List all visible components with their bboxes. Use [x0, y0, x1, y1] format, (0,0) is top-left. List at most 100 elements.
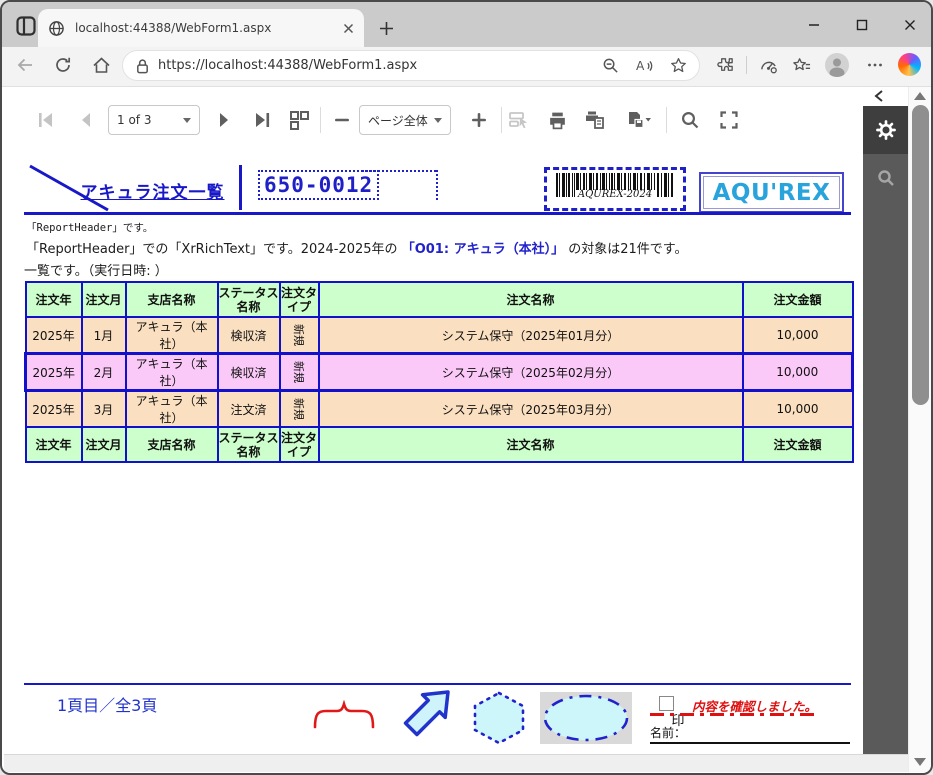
viewer-bottom-strip — [4, 754, 908, 772]
name-signature-line — [650, 742, 850, 744]
col-header-month: 注文月 — [80, 426, 127, 463]
intro-line-1: 「ReportHeader」です。 — [26, 222, 154, 234]
home-icon[interactable] — [90, 54, 112, 76]
cell-year: 2025年 — [24, 389, 83, 428]
collapse-panel-icon[interactable] — [870, 88, 888, 104]
back-icon[interactable] — [14, 54, 36, 76]
col-header-name: 注文名称 — [317, 281, 744, 318]
profile-avatar[interactable] — [825, 53, 849, 77]
table-row: 2025年 1月 アキュラ（本社） 検収済 新規 システム保守（2025年01月… — [24, 316, 854, 355]
name-label: 名前： — [650, 726, 687, 740]
address-bar[interactable]: https://localhost:44388/WebForm1.aspx A — [122, 50, 700, 81]
barcode: AQUREX-2024 — [544, 167, 686, 211]
copilot-icon[interactable] — [898, 53, 921, 76]
zoom-selector[interactable]: ページ全体 — [359, 105, 451, 135]
intro-line-2-pre: 「ReportHeader」での「XrRichText」です。2024-2025… — [26, 242, 402, 257]
cell-year: 2025年 — [24, 316, 83, 355]
postal-code-text: 650-0012 — [258, 170, 380, 200]
table-row-highlighted: 2025年 2月 アキュラ（本社） 検収済 新規 システム保守（2025年02月… — [24, 352, 854, 392]
postal-box-extension — [362, 170, 436, 174]
cell-type-rotated-text: 新規 — [292, 361, 305, 383]
more-options-icon[interactable] — [864, 54, 886, 76]
company-logo: AQU'REX — [699, 172, 844, 213]
workspaces-icon[interactable] — [14, 14, 38, 38]
table-header-row: 注文年 注文月 支店名称 ステータス名称 注文タイプ 注文名称 注文金額 — [24, 281, 854, 318]
page-selector[interactable]: 1 of 3 — [108, 105, 200, 135]
col-header-status: ステータス名称 — [216, 281, 281, 318]
zoom-out-page-icon[interactable] — [602, 57, 619, 74]
svg-text:A: A — [636, 59, 645, 73]
address-url: https://localhost:44388/WebForm1.aspx — [158, 58, 418, 73]
extensions-icon[interactable] — [714, 54, 736, 76]
tab-title: localhost:44388/WebForm1.aspx — [75, 21, 272, 35]
zoom-out-button[interactable] — [328, 106, 356, 134]
cell-amount: 10,000 — [741, 352, 854, 392]
multipage-view-button[interactable] — [285, 106, 313, 134]
cell-name: システム保守（2025年01月分） — [317, 316, 744, 355]
search-button[interactable] — [676, 106, 704, 134]
intro-line-3: 一覧です。（実行日時: ） — [24, 264, 168, 279]
col-header-branch: 支店名称 — [124, 426, 219, 463]
panel-search-icon[interactable] — [863, 154, 908, 202]
header-divider-line — [239, 165, 242, 210]
collections-star-icon[interactable] — [790, 54, 812, 76]
scrollbar-thumb[interactable] — [912, 105, 929, 405]
intro-line-2-highlight: 「O01: アキュラ（本社）」 — [401, 242, 565, 257]
print-page-button[interactable] — [581, 106, 609, 134]
col-header-type: 注文タイプ — [278, 426, 320, 463]
close-button[interactable] — [894, 10, 926, 40]
minimize-button[interactable] — [798, 10, 830, 40]
cell-type: 新規 — [278, 352, 320, 392]
table-footer-header-row: 注文年 注文月 支店名称 ステータス名称 注文タイプ 注文名称 注文金額 — [24, 426, 854, 463]
export-button[interactable] — [621, 106, 655, 134]
cell-branch: アキュラ（本社） — [124, 389, 219, 428]
favorite-star-icon[interactable] — [670, 57, 687, 74]
parameters-gear-button[interactable] — [863, 106, 908, 154]
cell-branch: アキュラ（本社） — [124, 352, 219, 392]
read-aloud-icon[interactable]: A — [635, 58, 654, 74]
red-dash-line — [650, 713, 815, 716]
refresh-icon[interactable] — [52, 54, 74, 76]
tab-close-icon[interactable] — [343, 23, 354, 34]
cell-name: システム保守（2025年03月分） — [317, 389, 744, 428]
browser-tab[interactable]: localhost:44388/WebForm1.aspx — [38, 9, 364, 47]
lock-icon — [135, 58, 150, 74]
orders-table: 注文年 注文月 支店名称 ステータス名称 注文タイプ 注文名称 注文金額 202… — [24, 281, 854, 463]
cell-type: 新規 — [278, 316, 320, 355]
previous-page-button[interactable] — [73, 106, 101, 134]
navbar-divider — [746, 56, 747, 74]
col-header-name: 注文名称 — [317, 426, 744, 463]
viewer-side-panel — [863, 106, 908, 772]
maximize-button[interactable] — [846, 10, 878, 40]
cell-month: 1月 — [80, 316, 127, 355]
postal-box-extension — [434, 170, 438, 200]
print-button[interactable] — [543, 106, 571, 134]
last-page-button[interactable] — [248, 106, 276, 134]
toolbar-divider — [320, 107, 321, 133]
cell-status: 検収済 — [216, 352, 281, 392]
new-tab-button[interactable] — [374, 16, 398, 40]
col-header-amount: 注文金額 — [741, 281, 854, 318]
fullscreen-button[interactable] — [715, 106, 743, 134]
chevron-down-icon — [183, 117, 191, 123]
cell-status: 検収済 — [216, 316, 281, 355]
cell-amount: 10,000 — [741, 389, 854, 428]
scroll-down-icon[interactable] — [914, 758, 926, 766]
col-header-status: ステータス名称 — [216, 426, 281, 463]
first-page-button[interactable] — [32, 106, 60, 134]
zoom-in-button[interactable] — [465, 106, 493, 134]
header-rule — [24, 212, 851, 215]
confirm-checkbox[interactable] — [659, 696, 674, 711]
cell-amount: 10,000 — [741, 316, 854, 355]
scroll-up-icon[interactable] — [914, 92, 926, 100]
cell-year: 2025年 — [24, 352, 83, 392]
page-number-label: 1頁目／全3頁 — [57, 696, 158, 715]
highlight-editing-fields-button — [505, 106, 533, 134]
next-page-button[interactable] — [209, 106, 237, 134]
col-header-year: 注文年 — [24, 281, 83, 318]
intro-line-2-post: の対象は21件です。 — [564, 242, 688, 257]
cell-type-rotated-text: 新規 — [292, 398, 305, 420]
col-header-year: 注文年 — [24, 426, 83, 463]
red-brace-shape — [312, 699, 376, 734]
browser-essentials-icon[interactable] — [757, 54, 779, 76]
